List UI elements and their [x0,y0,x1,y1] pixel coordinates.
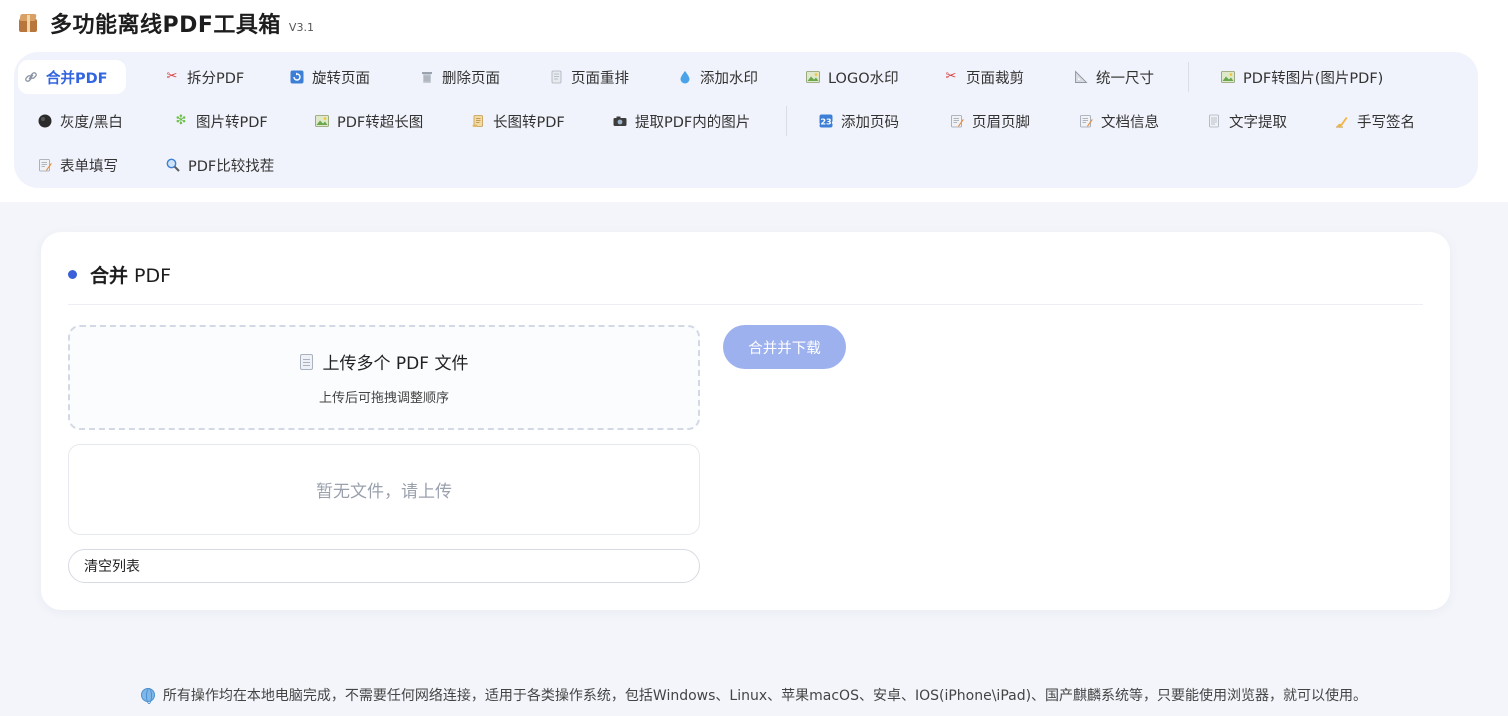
tool-label: 合并PDF [46,70,108,87]
numbers-icon: 1234 [819,114,833,128]
tool-label: PDF转图片(图片PDF) [1243,70,1384,87]
merge-download-button[interactable]: 合并并下载 [723,325,846,369]
tool-label: 页面裁剪 [966,70,1024,87]
tool-long-image-to-pdf[interactable]: 长图转PDF [465,104,565,138]
tool-pdf-compare[interactable]: PDF比较找茬 [160,148,274,182]
text-doc-icon [1207,114,1221,128]
tool-merge-pdf[interactable]: 合并PDF [18,60,126,94]
tool-nav: 合并PDF ✂ 拆分PDF 旋转页面 删除页面 页面重排 添加水印 LOGO水印… [14,52,1478,188]
tool-label: 删除页面 [442,70,500,87]
panel-title: 合并 PDF [90,261,171,288]
app-title: 多功能离线PDF工具箱 [50,13,281,38]
tool-label: 拆分PDF [187,70,245,87]
toolbar-divider [1188,62,1189,92]
tool-reorder-pages[interactable]: 页面重排 [543,60,629,94]
scroll-icon [471,114,485,128]
panel-header: 合并 PDF [68,260,171,288]
app-version: V3.1 [288,20,314,34]
tool-text-extract[interactable]: 文字提取 [1201,104,1287,138]
top-bar: 多功能离线PDF工具箱 V3.1 合并PDF ✂ 拆分PDF 旋转页面 删除页面… [0,0,1508,202]
upload-hint: 上传后可拖拽调整顺序 [318,391,449,406]
tool-label: LOGO水印 [828,70,899,87]
link-icon [24,70,38,84]
tool-label: 添加水印 [700,70,758,87]
panel-title-rest: PDF [128,264,172,287]
memo-icon [950,114,964,128]
tool-header-footer[interactable]: 页眉页脚 [944,104,1030,138]
tool-label: 长图转PDF [493,114,565,131]
pages-icon [549,70,563,84]
image-icon [806,70,820,84]
image-icon [1221,70,1235,84]
file-list: 暂无文件，请上传 [68,444,700,535]
tool-label: PDF比较找茬 [188,158,275,175]
memo-icon [38,158,52,172]
tool-grayscale[interactable]: 灰度/黑白 [32,104,123,138]
divider [68,304,1423,305]
droplet-icon [678,70,692,84]
tool-label: 文字提取 [1229,114,1287,131]
svg-text:1234: 1234 [819,118,833,127]
tool-label: 旋转页面 [312,70,370,87]
footer-text: 所有操作均在本地电脑完成，不需要任何网络连接，适用于各类操作系统，包括Windo… [162,688,1368,704]
document-icon [299,353,313,370]
upload-title: 上传多个 PDF 文件 [70,349,698,374]
empty-state-text: 暂无文件，请上传 [316,482,452,502]
tool-rotate-page[interactable]: 旋转页面 [284,60,370,94]
tool-pdf-to-image[interactable]: PDF转图片(图片PDF) [1215,60,1383,94]
panel-title-bold: 合并 [90,264,129,287]
tool-split-pdf[interactable]: ✂ 拆分PDF [159,60,245,94]
tool-label: 灰度/黑白 [60,114,123,131]
tool-document-info[interactable]: 文档信息 [1073,104,1159,138]
tool-label: 页面重排 [571,70,629,87]
tool-delete-page[interactable]: 删除页面 [414,60,500,94]
tool-add-page-numbers[interactable]: 1234 添加页码 [813,104,899,138]
tool-image-to-pdf[interactable]: ❇ 图片转PDF [168,104,268,138]
tool-label: 文档信息 [1101,114,1159,131]
ruler-icon [1074,70,1088,84]
tool-handwritten-signature[interactable]: 手写签名 [1329,104,1415,138]
tool-label: 统一尺寸 [1096,70,1154,87]
tool-pdf-to-long-image[interactable]: PDF转超长图 [309,104,423,138]
app-header: 多功能离线PDF工具箱 V3.1 [18,8,314,38]
tool-crop-page[interactable]: ✂ 页面裁剪 [938,60,1024,94]
bullet-dot-icon [68,269,77,279]
tool-form-fill[interactable]: 表单填写 [32,148,118,182]
tool-add-watermark[interactable]: 添加水印 [672,60,758,94]
sparkle-icon: ❇ [175,113,187,128]
tool-logo-watermark[interactable]: LOGO水印 [800,60,899,94]
scissors-icon: ✂ [166,69,178,84]
tool-unify-size[interactable]: 统一尺寸 [1068,60,1154,94]
clear-list-button[interactable]: 清空列表 [68,549,700,583]
tool-label: 手写签名 [1357,114,1415,131]
tool-label: 页眉页脚 [972,114,1030,131]
image-icon [315,114,329,128]
tool-label: 图片转PDF [196,114,268,131]
camera-icon [613,114,627,128]
footer-note: 所有操作均在本地电脑完成，不需要任何网络连接，适用于各类操作系统，包括Windo… [0,684,1508,706]
tool-label: 表单填写 [60,158,118,175]
globe-icon [140,688,155,704]
tool-label: PDF转超长图 [337,114,424,131]
black-circle-icon [38,114,52,128]
trash-icon [420,70,434,84]
merge-panel: 合并 PDF 上传多个 PDF 文件 上传后可拖拽调整顺序 暂无文件，请上传 清… [41,232,1450,610]
tool-extract-images[interactable]: 提取PDF内的图片 [607,104,750,138]
tool-label: 添加页码 [841,114,899,131]
toolbar-divider [786,106,787,136]
upload-dropzone[interactable]: 上传多个 PDF 文件 上传后可拖拽调整顺序 [68,325,700,430]
magnifier-icon [166,158,180,172]
memo-icon [1079,114,1093,128]
tool-label: 提取PDF内的图片 [635,114,751,131]
package-icon [18,13,38,33]
rotate-icon [290,70,304,84]
writing-hand-icon [1335,114,1349,128]
scissors-icon: ✂ [945,69,957,84]
upload-title-text: 上传多个 PDF 文件 [322,354,469,374]
